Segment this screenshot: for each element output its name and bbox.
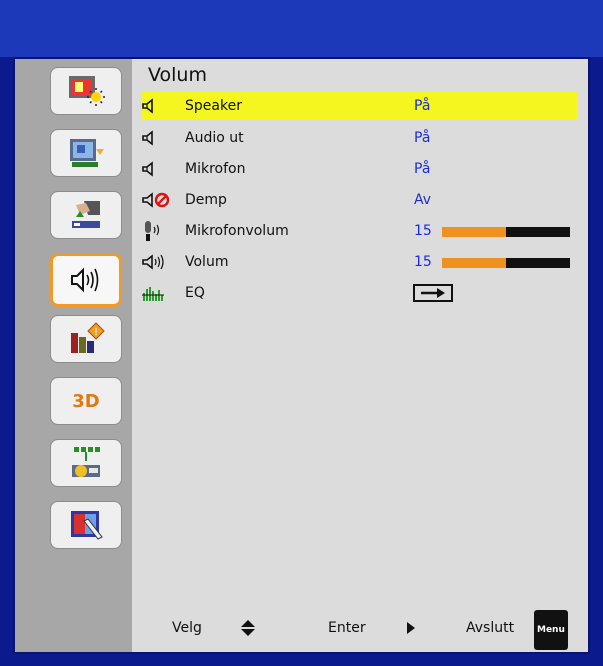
display-settings-icon [70, 139, 104, 167]
equalizer-icon [142, 281, 176, 305]
up-down-arrows-icon [240, 619, 256, 641]
slider-fill [442, 227, 506, 237]
menu-row-mute[interactable]: Demp Av [142, 186, 578, 214]
volume-icon [142, 250, 176, 274]
sidebar-item-interactive[interactable] [50, 501, 122, 549]
sidebar-item-setup[interactable] [50, 191, 122, 239]
play-arrow-icon [406, 621, 416, 639]
sidebar-item-info[interactable]: ! [50, 315, 122, 363]
menu-row-eq[interactable]: EQ [142, 279, 578, 307]
menu-row-value: 15 [414, 254, 432, 270]
menu-row-label: Audio ut [185, 130, 244, 146]
info-icon: ! [71, 322, 105, 353]
menu-row-microphone[interactable]: Mikrofon På [142, 155, 578, 183]
menu-row-value: På [414, 130, 431, 146]
speaker-icon [142, 126, 176, 150]
footer-hints: Velg Enter Avslutt Menu [132, 610, 588, 650]
sidebar-item-volume[interactable] [50, 253, 122, 307]
menu-row-speaker[interactable]: Speaker På [142, 92, 578, 120]
sidebar-item-network[interactable] [50, 439, 122, 487]
menu-key-icon: Menu [534, 610, 568, 650]
menu-row-label: Speaker [185, 98, 242, 114]
sidebar-item-display-settings[interactable] [50, 129, 122, 177]
menu-row-value: På [414, 161, 431, 177]
interactive-icon [71, 511, 103, 540]
menu-row-label: Volum [185, 254, 229, 270]
menu-row-audio-out[interactable]: Audio ut På [142, 124, 578, 152]
eq-enter-button[interactable] [413, 284, 453, 302]
menu-row-value: 15 [414, 223, 432, 239]
image-settings-icon [69, 76, 105, 106]
volume-icon [71, 267, 99, 293]
title-bar [0, 0, 603, 57]
menu-row-label: EQ [185, 285, 205, 301]
3d-icon: 3D [72, 390, 100, 412]
arrow-right-icon [421, 288, 445, 298]
sidebar-item-image-settings[interactable] [50, 67, 122, 115]
slider-fill [442, 258, 506, 268]
microphone-icon [142, 219, 176, 243]
microphone-volume-slider[interactable] [442, 227, 570, 237]
menu-row-label: Demp [185, 192, 227, 208]
setup-icon [72, 201, 100, 228]
footer-exit-label: Avslutt [466, 620, 515, 636]
svg-text:!: ! [94, 327, 98, 338]
sidebar-item-3d[interactable]: 3D [50, 377, 122, 425]
sidebar: ! 3D [15, 59, 132, 652]
volume-slider[interactable] [442, 258, 570, 268]
menu-row-value: På [414, 98, 431, 114]
network-icon [72, 447, 100, 477]
footer-select-label: Velg [172, 620, 202, 636]
footer-enter-label: Enter [328, 620, 366, 636]
speaker-icon [142, 157, 176, 181]
menu-row-microphone-volume[interactable]: Mikrofonvolum 15 [142, 217, 578, 245]
menu-row-volume[interactable]: Volum 15 [142, 248, 578, 276]
mute-icon [142, 188, 176, 212]
menu-row-label: Mikrofon [185, 161, 246, 177]
menu-key-container: Menu [534, 610, 568, 650]
page-title: Volum [148, 64, 207, 86]
speaker-icon [142, 94, 176, 118]
menu-row-value: Av [414, 192, 432, 208]
menu-row-label: Mikrofonvolum [185, 223, 289, 239]
